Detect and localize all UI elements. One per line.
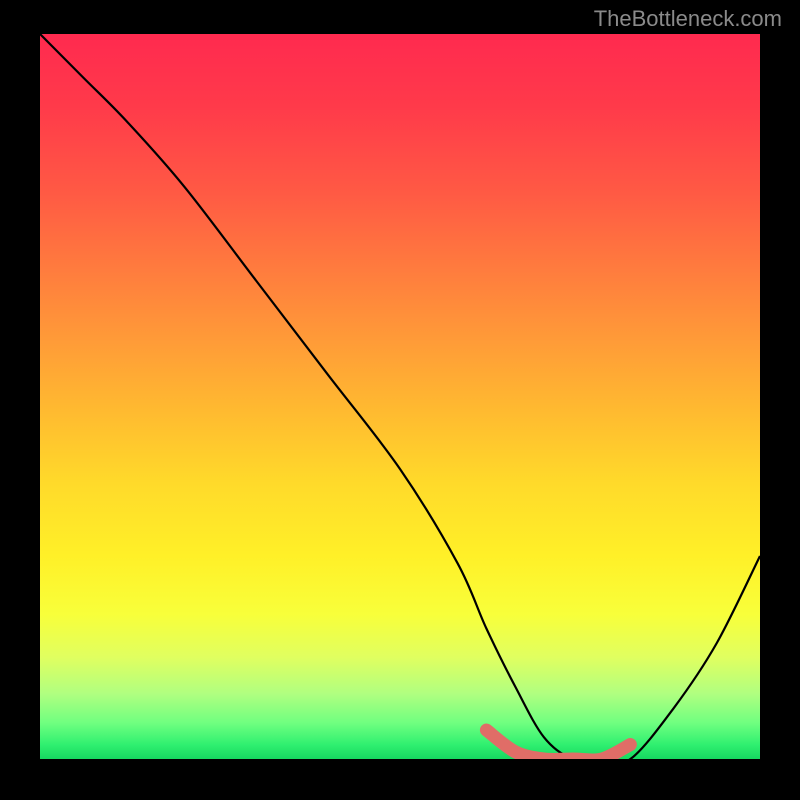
bottleneck-curve-path	[40, 34, 760, 759]
chart-svg	[40, 34, 760, 759]
attribution-text: TheBottleneck.com	[594, 6, 782, 32]
minimum-highlight-path	[486, 730, 630, 759]
chart-plot-area	[40, 34, 760, 759]
